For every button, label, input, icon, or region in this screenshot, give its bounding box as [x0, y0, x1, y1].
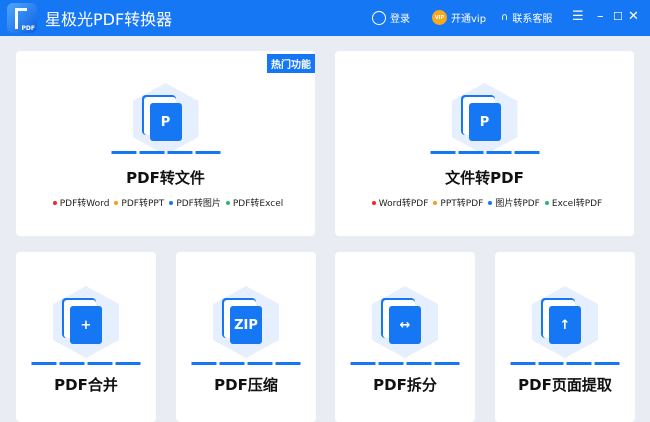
file-to-pdf-icon: P: [468, 103, 501, 141]
pdf-merge-icon: +: [70, 306, 102, 344]
card-pdf-to-file[interactable]: 热门功能 P PDF转文件 PDF转Word PDF转PPT PDF转图片 PDF转Exce…: [16, 51, 315, 236]
user-icon: [372, 10, 386, 25]
app-title: 星极光PDF转换器: [45, 10, 173, 29]
hot-badge: 热门功能: [267, 54, 315, 73]
decor-bar: [510, 362, 620, 365]
sub-feature-link[interactable]: PPT转PDF: [428, 199, 483, 209]
card-title: PDF压缩: [214, 376, 278, 394]
sub-feature-link[interactable]: PDF转图片: [164, 199, 221, 209]
bullet-icon: [169, 201, 174, 205]
bullet-icon: [114, 201, 119, 205]
logo-text: PDF: [21, 25, 35, 32]
decor-bar: [430, 151, 539, 154]
menu-icon[interactable]: ☰: [572, 9, 584, 25]
sub-feature-link[interactable]: 图片转PDF: [483, 199, 540, 209]
decor-bar: [31, 362, 141, 365]
sub-feature-label: 图片转PDF: [495, 199, 540, 209]
sub-feature-link[interactable]: Word转PDF: [367, 199, 429, 209]
card-title: PDF合并: [54, 376, 118, 394]
support-label: 联系客服: [512, 14, 553, 25]
sub-feature-label: PDF转PPT: [121, 199, 165, 209]
maximize-button[interactable]: ☐: [613, 9, 623, 25]
sub-feature-label: PDF转图片: [176, 199, 221, 209]
sub-feature-label: PPT转PDF: [440, 199, 484, 209]
decor-bar: [111, 151, 220, 154]
card-title: 文件转PDF: [445, 169, 524, 187]
card-pdf-merge[interactable]: + PDF合并: [16, 252, 156, 422]
sub-feature-link[interactable]: PDF转Excel: [221, 199, 283, 209]
sub-feature-label: Excel转PDF: [551, 199, 603, 209]
vip-label: 开通vip: [451, 14, 487, 25]
title-bar: PDF 星极光PDF转换器 登录 VIP 开通vip ∩ 联系客服 ☰ – ☐ ✕: [0, 0, 650, 36]
login-button[interactable]: 登录: [372, 10, 410, 25]
card-pdf-page-extract[interactable]: ↑ PDF页面提取: [495, 252, 635, 422]
sub-feature-label: PDF转Word: [59, 199, 110, 209]
card-file-to-pdf[interactable]: P 文件转PDF Word转PDF PPT转PDF 图片转PDF Excel转PDF: [335, 51, 634, 236]
card-title: PDF拆分: [373, 376, 437, 394]
sub-feature-label: Word转PDF: [378, 199, 429, 209]
vip-button[interactable]: VIP 开通vip: [432, 10, 486, 25]
sub-feature-label: PDF转Excel: [232, 199, 284, 209]
sub-features: PDF转Word PDF转PPT PDF转图片 PDF转Excel: [16, 196, 315, 209]
card-pdf-split[interactable]: ↔ PDF拆分: [335, 252, 475, 422]
sub-feature-link[interactable]: Excel转PDF: [540, 199, 602, 209]
minimize-button[interactable]: –: [597, 9, 604, 25]
bullet-icon: [433, 201, 438, 205]
sub-feature-link[interactable]: PDF转Word: [48, 199, 110, 209]
bullet-icon: [225, 201, 230, 205]
decor-bar: [350, 362, 460, 365]
support-button[interactable]: ∩ 联系客服: [501, 10, 552, 25]
app-logo: PDF: [7, 3, 37, 33]
decor-bar: [191, 362, 301, 365]
pdf-page-extract-icon: ↑: [549, 306, 581, 344]
headset-icon: ∩: [501, 12, 509, 23]
bullet-icon: [371, 201, 376, 205]
close-button[interactable]: ✕: [628, 9, 639, 25]
sub-features: Word转PDF PPT转PDF 图片转PDF Excel转PDF: [335, 196, 634, 209]
vip-icon: VIP: [432, 10, 447, 25]
pdf-to-file-icon: P: [149, 103, 182, 141]
bullet-icon: [544, 201, 549, 205]
sub-feature-link[interactable]: PDF转PPT: [109, 199, 164, 209]
pdf-compress-icon: ZIP: [230, 306, 262, 344]
login-label: 登录: [390, 14, 410, 25]
card-title: PDF转文件: [126, 169, 205, 187]
bullet-icon: [52, 201, 57, 205]
pdf-split-icon: ↔: [389, 306, 421, 344]
card-title: PDF页面提取: [518, 376, 612, 394]
card-pdf-compress[interactable]: ZIP PDF压缩: [176, 252, 316, 422]
bullet-icon: [488, 201, 493, 205]
